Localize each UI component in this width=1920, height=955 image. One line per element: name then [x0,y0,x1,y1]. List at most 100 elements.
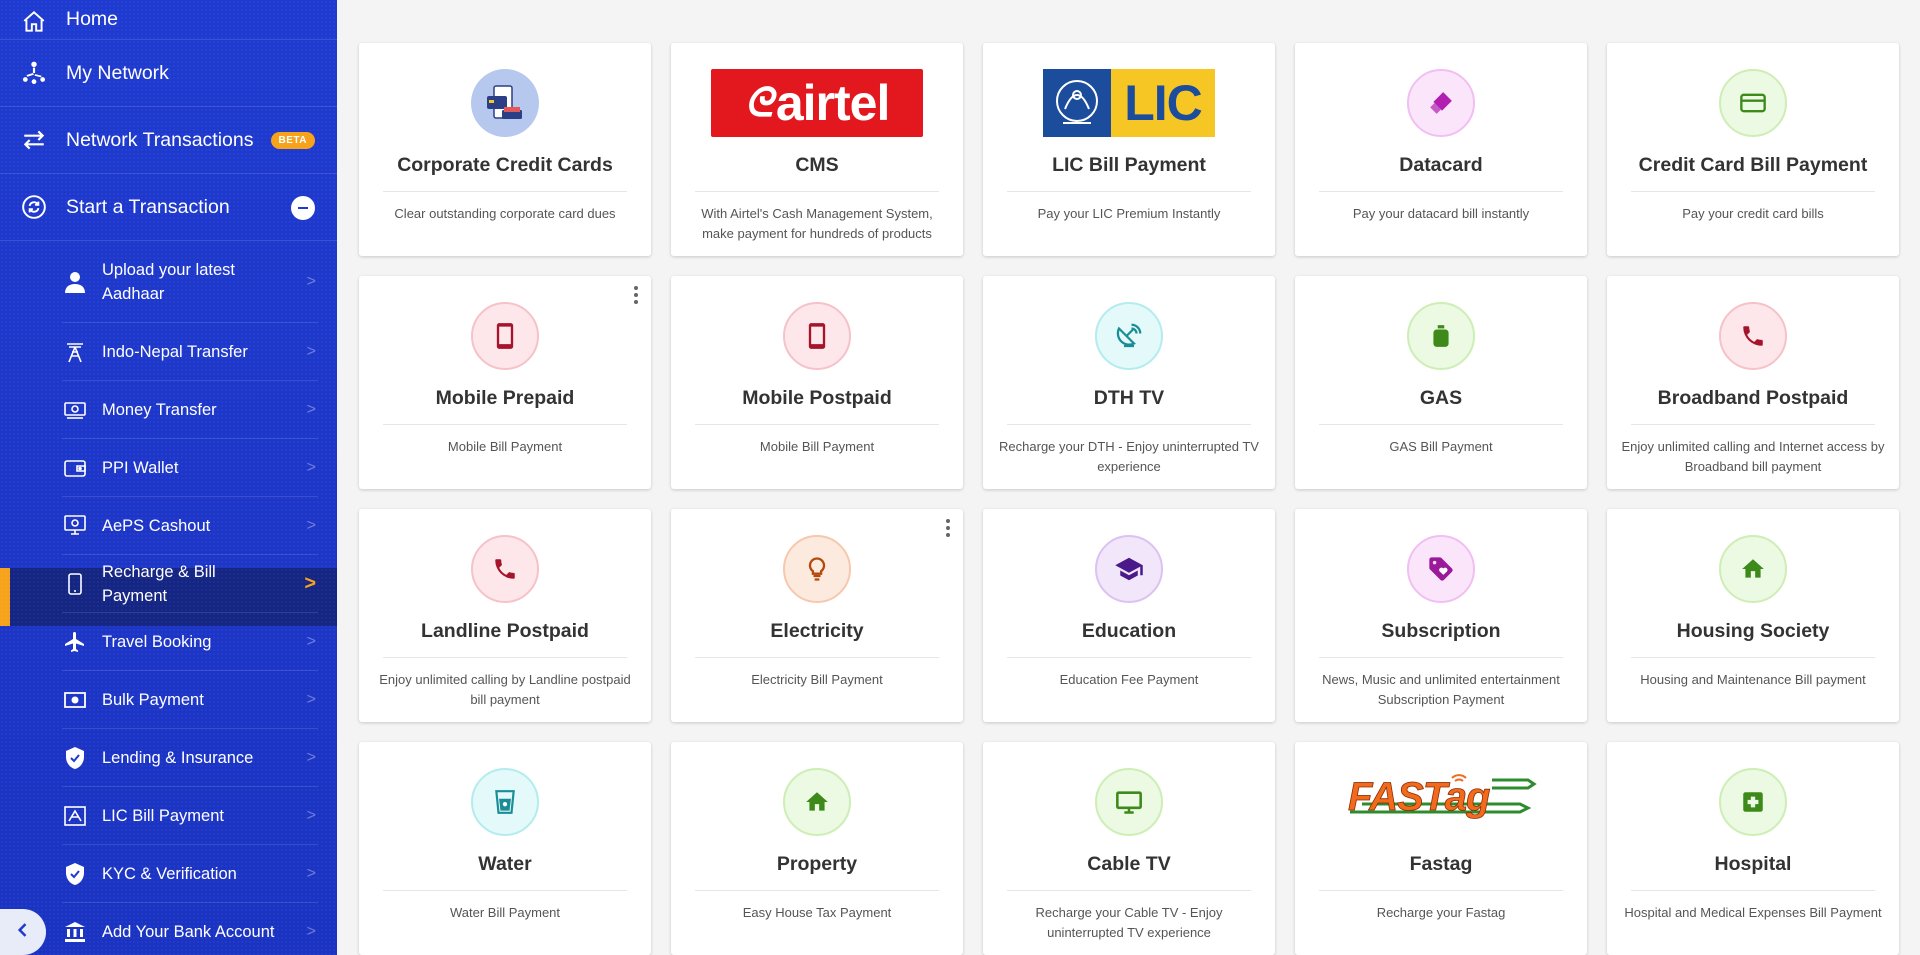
card-divider [1631,424,1875,425]
chevron-right-icon: > [306,690,316,708]
card-mobile-postpaid[interactable]: Mobile Postpaid Mobile Bill Payment [671,276,963,489]
sidebar-subitem-travel-booking[interactable]: Travel Booking > [62,613,318,671]
card-description: Pay your LIC Premium Instantly [1037,206,1221,221]
card-corporate-credit-cards[interactable]: Corporate Credit Cards Clear outstanding… [359,43,651,256]
sidebar-subitem-indo-nepal[interactable]: Indo-Nepal Transfer > [62,323,318,381]
card-description: Mobile Bill Payment [759,439,875,454]
card-divider [383,890,627,891]
medical-cross-icon [1719,768,1787,836]
card-title: Landline Postpaid [421,620,589,642]
sidebar-item-home[interactable]: Home [0,0,337,40]
card-landline-postpaid[interactable]: Landline Postpaid Enjoy unlimited callin… [359,509,651,722]
sidebar-subitem-recharge-bill-payment[interactable]: Recharge & Bill Payment > [62,555,318,613]
card-title: LIC Bill Payment [1052,154,1206,176]
sidebar-subitem-lending-insurance[interactable]: Lending & Insurance > [62,729,318,787]
sidebar-subitem-upload-aadhaar[interactable]: Upload your latest Aadhaar > [62,241,318,323]
sidebar-subitem-label: Indo-Nepal Transfer [102,342,248,361]
card-description: Enjoy unlimited calling by Landline post… [379,672,631,707]
tag-heart-icon [1407,535,1475,603]
sidebar-subitem-money-transfer[interactable]: Money Transfer > [62,381,318,439]
card-divider [1319,191,1563,192]
chevron-right-icon: > [306,748,316,766]
card-title: Fastag [1409,853,1473,875]
chevron-right-icon: > [306,632,316,650]
water-glass-icon [471,768,539,836]
card-divider [695,424,939,425]
more-options-icon[interactable] [633,286,639,304]
card-divider [1631,657,1875,658]
mobile-phone-icon [471,302,539,370]
sidebar-subitem-label: Lending & Insurance [102,748,254,767]
card-lic-bill-payment[interactable]: LIC LIC Bill Payment Pay your LIC Premiu… [983,43,1275,256]
sidebar-subitem-bulk-payment[interactable]: Bulk Payment > [62,671,318,729]
mobile-phone-icon [783,302,851,370]
sidebar-item-label: My Network [66,61,169,84]
home-icon [20,8,48,36]
card-broadband-postpaid[interactable]: Broadband Postpaid Enjoy unlimited calli… [1607,276,1899,489]
sidebar-subitem-aeps-cashout[interactable]: AePS Cashout > [62,497,318,555]
card-fastag[interactable]: FASTag Fastag Recharge your Fastag [1295,742,1587,955]
chevron-right-icon: > [306,806,316,824]
airplane-icon [62,629,88,655]
usb-stick-icon [1407,69,1475,137]
card-mobile-prepaid[interactable]: Mobile Prepaid Mobile Bill Payment [359,276,651,489]
tv-monitor-icon [1095,768,1163,836]
sidebar-item-start-transaction[interactable]: Start a Transaction [0,174,337,241]
card-title: Electricity [770,620,864,642]
card-title: Mobile Postpaid [742,387,892,409]
collapse-minus-icon[interactable] [291,196,315,220]
card-divider [1319,890,1563,891]
tower-icon [62,339,88,365]
card-description: Pay your datacard bill instantly [1352,206,1530,221]
sidebar-subitem-label: LIC Bill Payment [102,806,224,825]
card-property[interactable]: Property Easy House Tax Payment [671,742,963,955]
lic-icon [62,803,88,829]
card-water[interactable]: Water Water Bill Payment [359,742,651,955]
lic-hands-emblem-icon [1043,69,1111,137]
card-dth-tv[interactable]: DTH TV Recharge your DTH - Enjoy uninter… [983,276,1275,489]
satellite-dish-icon [1095,302,1163,370]
card-description: Water Bill Payment [449,905,561,920]
sidebar-item-my-network[interactable]: My Network [0,40,337,107]
card-datacard[interactable]: Datacard Pay your datacard bill instantl… [1295,43,1587,256]
collapse-sidebar-button[interactable] [0,909,46,955]
card-gas[interactable]: GAS GAS Bill Payment [1295,276,1587,489]
more-options-icon[interactable] [945,519,951,537]
transaction-cycle-icon [20,193,48,221]
card-housing-society[interactable]: Housing Society Housing and Maintenance … [1607,509,1899,722]
chevron-right-icon: > [304,572,316,594]
card-credit-card-bill-payment[interactable]: Credit Card Bill Payment Pay your credit… [1607,43,1899,256]
card-divider [1631,890,1875,891]
sidebar-subitem-label: Upload your latest Aadhaar [102,260,235,303]
sidebar-item-network-transactions[interactable]: Network Transactions BETA [0,107,337,174]
banknote-icon [62,397,88,423]
sidebar-subitem-ppi-wallet[interactable]: PPI Wallet > [62,439,318,497]
sidebar-subitem-label: Add Your Bank Account [102,922,275,941]
sidebar-subitem-lic-bill-payment[interactable]: LIC Bill Payment > [62,787,318,845]
card-cms[interactable]: ᘓ airtel CMS With Airtel's Cash Managemen… [671,43,963,256]
card-divider [1007,890,1251,891]
sidebar-subitem-kyc-verification[interactable]: KYC & Verification > [62,845,318,903]
card-title: Corporate Credit Cards [397,154,613,176]
sidebar-subitem-add-bank-account[interactable]: Add Your Bank Account > [62,903,318,955]
airtel-swirl-icon: ᘓ [744,80,773,125]
bulk-cash-icon [62,687,88,713]
card-description: Enjoy unlimited calling and Internet acc… [1621,439,1885,474]
card-subscription[interactable]: Subscription News, Music and unlimited e… [1295,509,1587,722]
card-education[interactable]: Education Education Fee Payment [983,509,1275,722]
card-divider [695,890,939,891]
sidebar-subitem-label: Bulk Payment [102,690,204,709]
phone-handset-icon [471,535,539,603]
card-divider [1319,424,1563,425]
card-title: Water [478,853,532,875]
chevron-left-icon [13,920,33,945]
card-divider [383,657,627,658]
card-title: Mobile Prepaid [435,387,575,409]
light-bulb-icon [783,535,851,603]
card-electricity[interactable]: Electricity Electricity Bill Payment [671,509,963,722]
card-hospital[interactable]: Hospital Hospital and Medical Expenses B… [1607,742,1899,955]
card-cable-tv[interactable]: Cable TV Recharge your Cable TV - Enjoy … [983,742,1275,955]
card-description: Recharge your Cable TV - Enjoy uninterru… [1035,905,1223,940]
card-divider [695,191,939,192]
fastag-logo: FASTag [1342,768,1540,824]
